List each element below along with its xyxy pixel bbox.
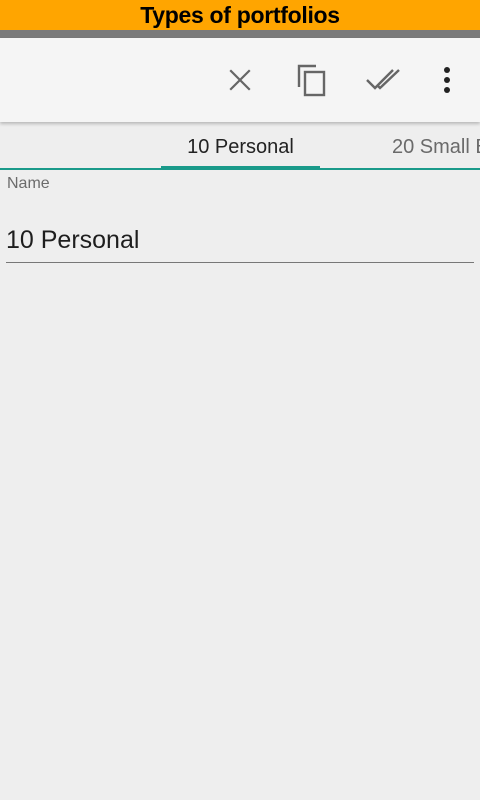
portfolio-tabs: 10 Personal 20 Small B	[0, 124, 480, 170]
close-button[interactable]	[216, 56, 264, 104]
name-field-label: Name	[7, 175, 50, 192]
tab-label: 20 Small B	[392, 135, 480, 158]
tabs-divider	[0, 168, 480, 170]
name-field-underline	[6, 262, 474, 263]
tab-personal[interactable]: 10 Personal	[161, 124, 320, 170]
copy-icon	[297, 64, 326, 97]
name-field[interactable]: 10 Personal	[6, 226, 474, 255]
status-strip	[0, 30, 480, 38]
copy-button[interactable]	[288, 56, 336, 104]
more-vertical-icon	[444, 67, 450, 93]
tab-label: 10 Personal	[187, 135, 294, 158]
action-toolbar	[0, 38, 480, 122]
title-banner: Types of portfolios	[0, 0, 480, 30]
title-text: Types of portfolios	[140, 1, 340, 28]
tab-small-business[interactable]: 20 Small B	[392, 124, 480, 170]
close-icon	[229, 69, 251, 91]
more-options-button[interactable]	[423, 56, 471, 104]
done-all-button[interactable]	[360, 56, 408, 104]
double-check-icon	[366, 69, 400, 90]
